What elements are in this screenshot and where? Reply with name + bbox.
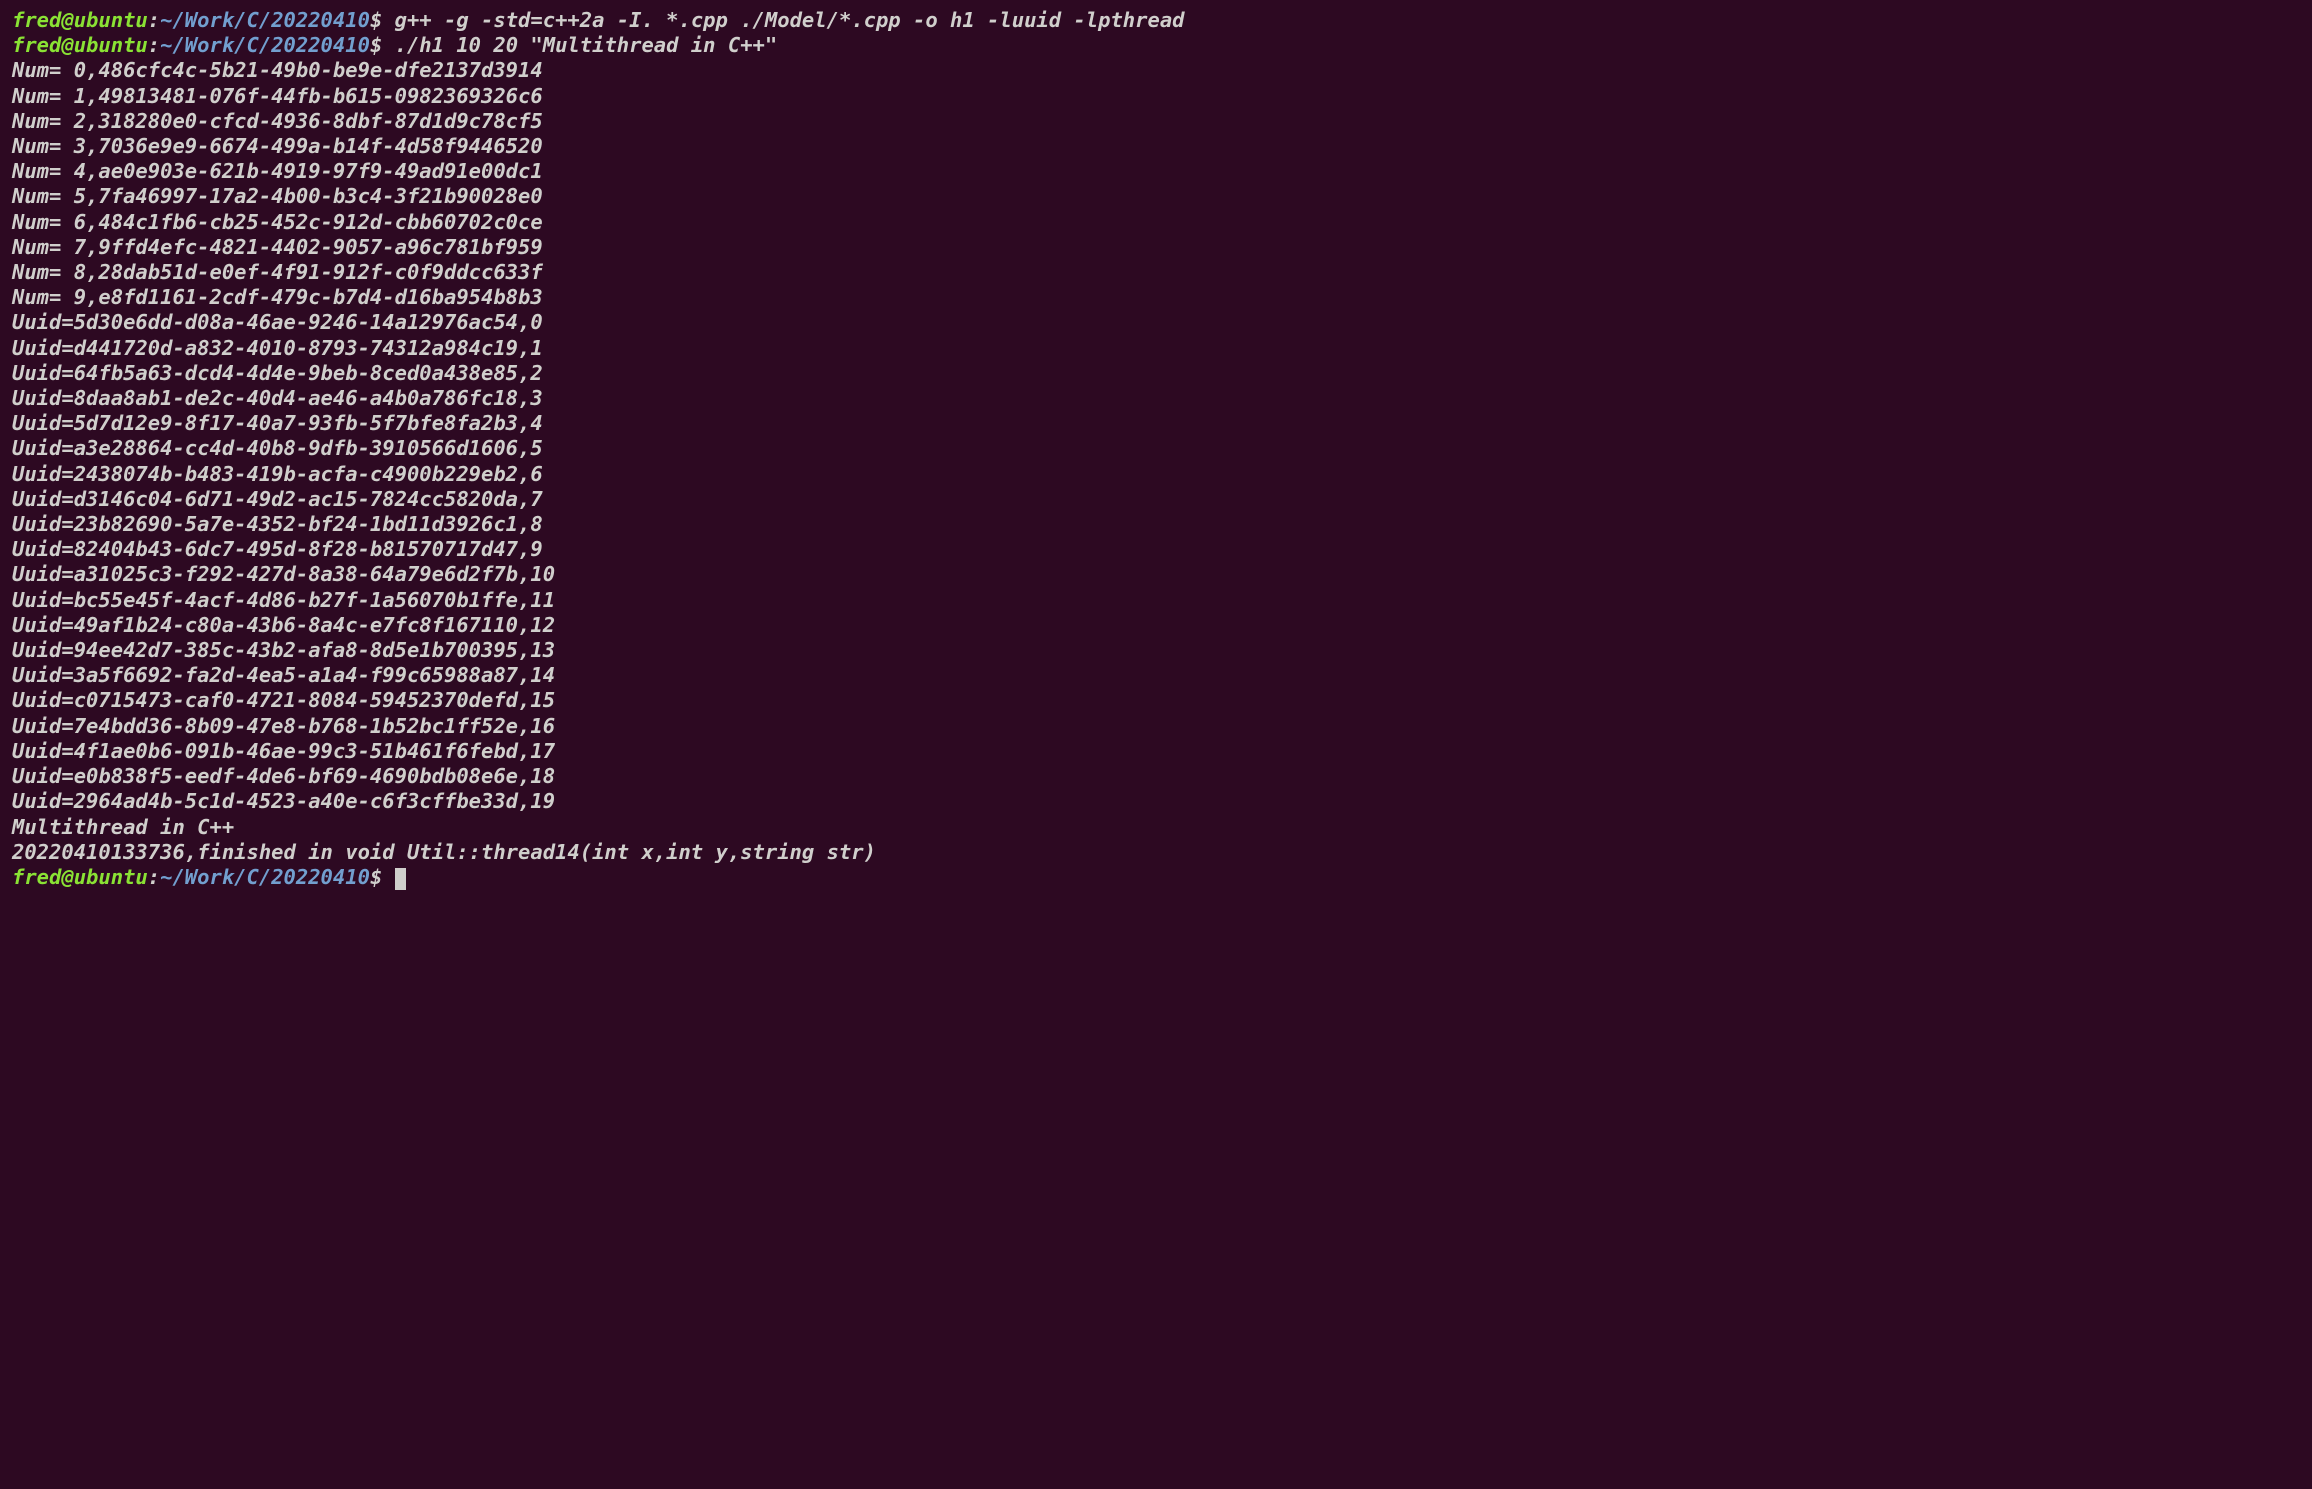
output-line: Uuid=64fb5a63-dcd4-4d4e-9beb-8ced0a438e8… [12, 361, 2300, 386]
prompt-user: fred@ubuntu [12, 8, 148, 32]
prompt-path: ~/Work/C/20220410 [160, 865, 370, 889]
output-line: Uuid=5d30e6dd-d08a-46ae-9246-14a12976ac5… [12, 310, 2300, 335]
output-line: Uuid=49af1b24-c80a-43b6-8a4c-e7fc8f16711… [12, 613, 2300, 638]
terminal-output[interactable]: fred@ubuntu:~/Work/C/20220410$ g++ -g -s… [0, 0, 2312, 898]
output-line: Uuid=4f1ae0b6-091b-46ae-99c3-51b461f6feb… [12, 739, 2300, 764]
output-line: Uuid=23b82690-5a7e-4352-bf24-1bd11d3926c… [12, 512, 2300, 537]
output-line: Uuid=5d7d12e9-8f17-40a7-93fb-5f7bfe8fa2b… [12, 411, 2300, 436]
command-text: ./h1 10 20 "Multithread in C++" [395, 33, 778, 57]
prompt-dollar: $ [370, 8, 395, 32]
output-line: Uuid=82404b43-6dc7-495d-8f28-b81570717d4… [12, 537, 2300, 562]
output-line: Uuid=2438074b-b483-419b-acfa-c4900b229eb… [12, 462, 2300, 487]
output-line: 20220410133736,finished in void Util::th… [12, 840, 2300, 865]
output-line: Num= 1,49813481-076f-44fb-b615-098236932… [12, 84, 2300, 109]
output-line: Uuid=a31025c3-f292-427d-8a38-64a79e6d2f7… [12, 562, 2300, 587]
output-line: Num= 9,e8fd1161-2cdf-479c-b7d4-d16ba954b… [12, 285, 2300, 310]
output-line: Num= 7,9ffd4efc-4821-4402-9057-a96c781bf… [12, 235, 2300, 260]
output-line: Uuid=8daa8ab1-de2c-40d4-ae46-a4b0a786fc1… [12, 386, 2300, 411]
output-line: Num= 4,ae0e903e-621b-4919-97f9-49ad91e00… [12, 159, 2300, 184]
output-line: Uuid=2964ad4b-5c1d-4523-a40e-c6f3cffbe33… [12, 789, 2300, 814]
output-line: Uuid=d441720d-a832-4010-8793-74312a984c1… [12, 336, 2300, 361]
output-line: Uuid=94ee42d7-385c-43b2-afa8-8d5e1b70039… [12, 638, 2300, 663]
output-line: Multithread in C++ [12, 815, 2300, 840]
prompt-separator: : [148, 865, 160, 889]
prompt-path: ~/Work/C/20220410 [160, 8, 370, 32]
output-line: Uuid=3a5f6692-fa2d-4ea5-a1a4-f99c65988a8… [12, 663, 2300, 688]
output-line: Num= 6,484c1fb6-cb25-452c-912d-cbb60702c… [12, 210, 2300, 235]
output-line: Uuid=bc55e45f-4acf-4d86-b27f-1a56070b1ff… [12, 588, 2300, 613]
output-line: Num= 0,486cfc4c-5b21-49b0-be9e-dfe2137d3… [12, 58, 2300, 83]
command-text: g++ -g -std=c++2a -I. *.cpp ./Model/*.cp… [395, 8, 1185, 32]
output-line: Num= 5,7fa46997-17a2-4b00-b3c4-3f21b9002… [12, 184, 2300, 209]
prompt-dollar: $ [370, 33, 395, 57]
cursor-block [395, 868, 406, 890]
terminal-line: fred@ubuntu:~/Work/C/20220410$ g++ -g -s… [12, 8, 2300, 33]
output-line: Uuid=c0715473-caf0-4721-8084-59452370def… [12, 688, 2300, 713]
output-line: Num= 8,28dab51d-e0ef-4f91-912f-c0f9ddcc6… [12, 260, 2300, 285]
output-line: Uuid=d3146c04-6d71-49d2-ac15-7824cc5820d… [12, 487, 2300, 512]
prompt-dollar: $ [370, 865, 395, 889]
prompt-separator: : [148, 33, 160, 57]
output-line: Uuid=7e4bdd36-8b09-47e8-b768-1b52bc1ff52… [12, 714, 2300, 739]
output-line: Num= 3,7036e9e9-6674-499a-b14f-4d58f9446… [12, 134, 2300, 159]
prompt-user: fred@ubuntu [12, 33, 148, 57]
prompt-path: ~/Work/C/20220410 [160, 33, 370, 57]
terminal-line: fred@ubuntu:~/Work/C/20220410$ [12, 865, 2300, 890]
output-line: Uuid=a3e28864-cc4d-40b8-9dfb-3910566d160… [12, 436, 2300, 461]
prompt-separator: : [148, 8, 160, 32]
output-line: Num= 2,318280e0-cfcd-4936-8dbf-87d1d9c78… [12, 109, 2300, 134]
output-line: Uuid=e0b838f5-eedf-4de6-bf69-4690bdb08e6… [12, 764, 2300, 789]
prompt-user: fred@ubuntu [12, 865, 148, 889]
terminal-line: fred@ubuntu:~/Work/C/20220410$ ./h1 10 2… [12, 33, 2300, 58]
